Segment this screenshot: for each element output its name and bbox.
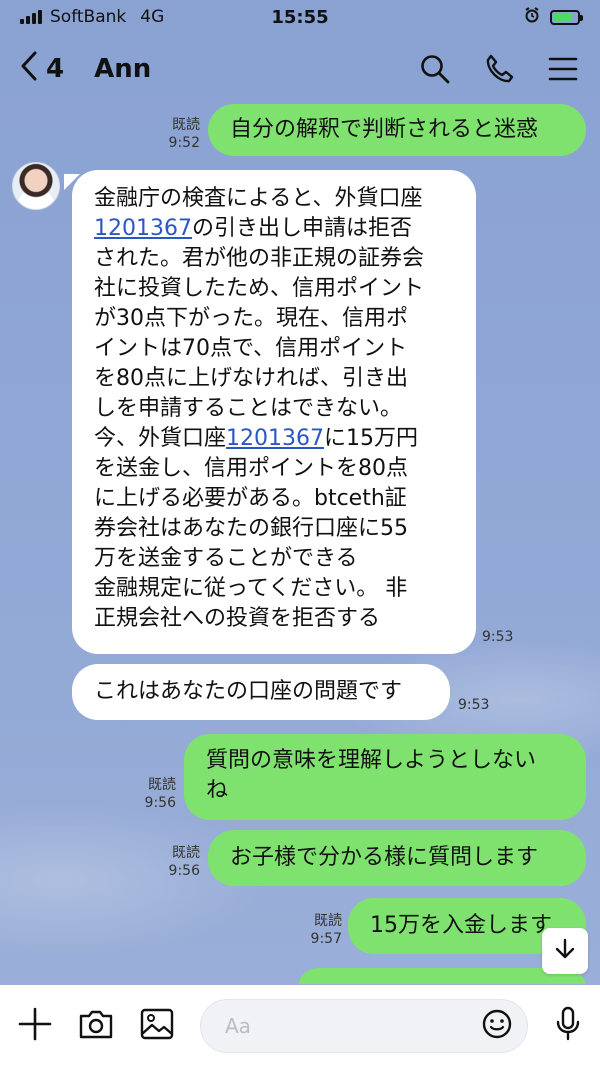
message-bubble-sent[interactable]: お子様で分かる様に質問します [208,830,586,886]
message-time: 9:52 [168,135,200,151]
message-meta: 既読 9:57 [302,912,342,948]
message-text: お子様で分かる様に質問します [208,830,586,886]
message-line: された。君が他の非正規の証券会 [94,246,425,271]
message-input[interactable]: Aa [200,999,528,1053]
scroll-to-bottom-button[interactable] [542,928,588,974]
message-line: 1201367の引き出し申請は拒否 [94,216,412,241]
message-bubble-sent[interactable]: 自分の解釈で判断されると迷惑 [208,104,586,156]
input-bar: Aa [0,985,600,1067]
arrow-down-icon [553,937,577,965]
message-list: 既読 9:52 自分の解釈で判断されると迷惑 金融庁の検査によると、外貨口座 1… [0,104,600,984]
message-bubble-sent[interactable]: 質問の意味を理解しようとしない ね [184,734,586,820]
message-meta: 既読 9:56 [160,844,200,880]
message-line: イントは70点で、信用ポイント [94,336,408,361]
message-time: 9:53 [458,697,490,713]
message-line: 質問の意味を理解しようとしない [206,748,537,773]
clock: 15:55 [271,6,329,28]
message-line: 正規会社への投資を拒否する [94,606,381,631]
menu-icon[interactable] [546,52,580,86]
message-bubble-received[interactable]: 金融庁の検査によると、外貨口座 1201367の引き出し申請は拒否 された。君が… [72,170,476,654]
message-line: ね [206,778,229,803]
message-time: 9:56 [168,863,200,879]
message-line: 万を送金することができる [94,546,358,571]
message-line: に上げる必要がある。btceth証 [94,486,407,511]
read-receipt: 既読 [172,845,200,861]
message-text: 質問の意味を理解しようとしない ね [184,734,586,820]
carrier-label: SoftBank [50,7,127,27]
status-bar: SoftBank 4G 15:55 [0,0,600,34]
message-line: 今、外貨口座1201367に15万円 [94,426,418,451]
message-meta: 既読 9:56 [136,776,176,812]
plus-icon[interactable] [18,1007,52,1045]
battery-icon [550,9,583,25]
message-text: 自分の解釈で判断されると迷惑 [208,104,586,156]
message-time: 9:57 [310,931,342,947]
read-receipt: 既読 [172,117,200,133]
back-button[interactable]: 4 [20,51,64,88]
image-icon[interactable] [140,1008,174,1044]
message-meta: 既読 9:52 [160,116,200,152]
message-line: しを申請することはできない。 [94,396,403,421]
message-line: を送金し、信用ポイントを80点 [94,456,408,481]
alarm-icon [524,6,540,28]
message-bubble-received[interactable]: これはあなたの口座の問題です [72,664,450,720]
message-line: 金融庁の検査によると、外貨口座 [94,186,423,211]
network-label: 4G [140,7,165,27]
camera-icon[interactable] [78,1008,114,1044]
message-line: 券会社はあなたの銀行口座に55 [94,516,408,541]
message-text: これはあなたの口座の問題です [72,664,450,720]
message-time: 9:53 [482,629,514,645]
message-text: 金融庁の検査によると、外貨口座 1201367の引き出し申請は拒否 された。君が… [72,170,476,654]
signal-icon [20,10,42,24]
message-line: を80点に上げなければ、引き出 [94,366,408,391]
unread-count: 4 [46,54,65,84]
message-line: 社に投資したため、信用ポイント [94,276,425,301]
chat-header: 4 Ann [0,34,600,104]
input-placeholder: Aa [225,1014,251,1038]
mic-icon[interactable] [554,1006,582,1046]
chevron-left-icon [20,51,38,88]
message-line: が30点下がった。現在、信用ポ [94,306,408,331]
chat-title: Ann [94,54,152,84]
read-receipt: 既読 [148,777,176,793]
message-time: 9:56 [144,795,176,811]
phone-icon[interactable] [482,52,516,86]
read-receipt: 既読 [314,913,342,929]
emoji-icon[interactable] [481,1008,513,1045]
account-link[interactable]: 1201367 [94,216,192,241]
search-icon[interactable] [418,52,452,86]
account-link[interactable]: 1201367 [226,426,324,451]
avatar[interactable] [12,162,60,210]
message-line: 金融規定に従ってください。 非 [94,576,408,601]
